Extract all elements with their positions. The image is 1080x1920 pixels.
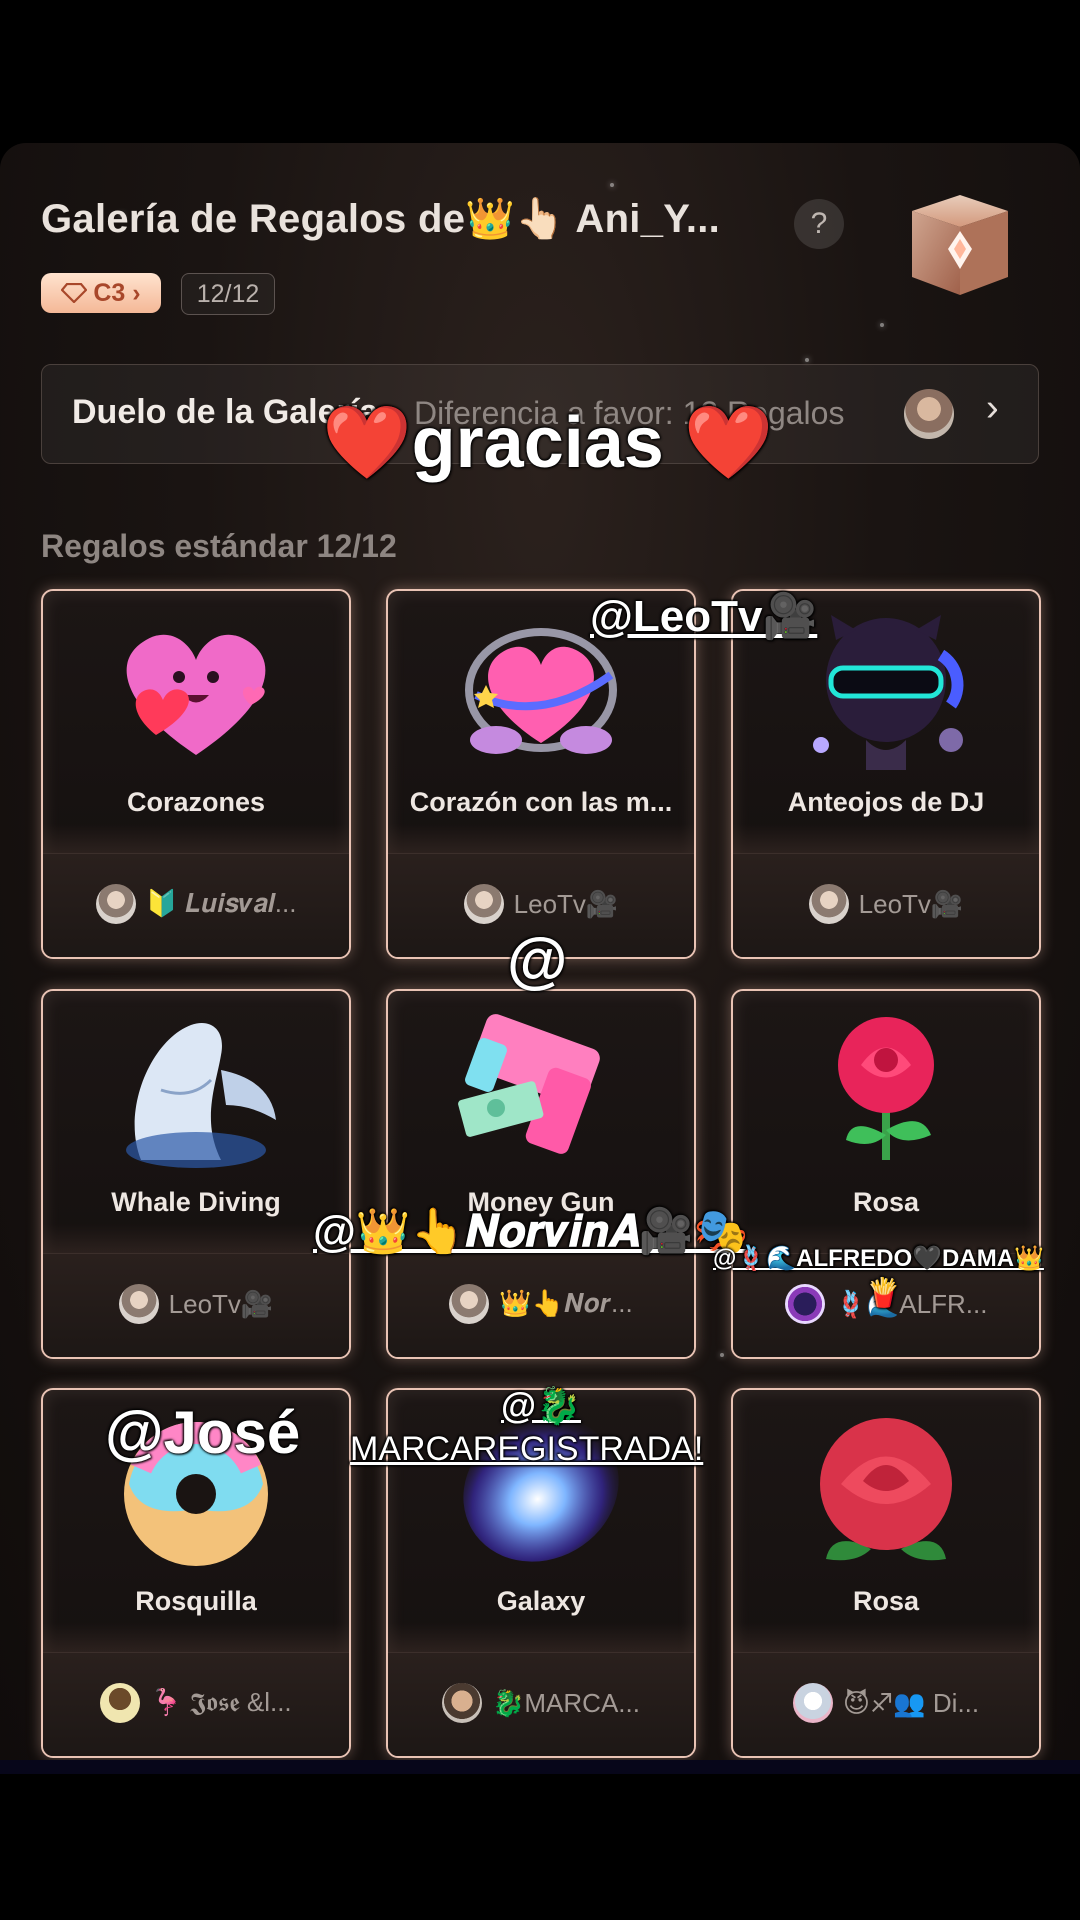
gift-name: Corazón con las m... — [409, 787, 673, 817]
gift-sender: 🔰 𝑳𝒖𝒊𝒔𝒗𝒂𝒍... — [145, 888, 297, 918]
mention-alfredo-tag: 🍟 — [866, 1277, 901, 1308]
gift-name: Anteojos de DJ — [787, 787, 985, 817]
gallery-title: Galería de Regalos de👑👆🏻 Ani_Y... — [41, 197, 721, 241]
gift-sender: 🪢🌊ALFR... — [834, 1288, 988, 1319]
avatar — [784, 1284, 825, 1324]
diamond-icon — [61, 283, 88, 303]
gift-sender: 🐉MARCA... — [492, 1687, 640, 1718]
gift-name: Whale Diving — [111, 1187, 281, 1217]
gift-sender-row: LeoTv🎥 — [43, 1224, 349, 1357]
rose-icon — [733, 1005, 1039, 1175]
avatar — [449, 1284, 490, 1324]
gracias-overlay: ❤️gracias ❤️ — [322, 403, 774, 483]
gift-sender-row: 🦩 𝕵𝖔𝖘𝖊 &l... — [43, 1623, 349, 1756]
avatar — [463, 884, 504, 924]
money-gun-icon — [388, 1005, 694, 1175]
bottom-divider — [0, 1760, 1080, 1774]
mention-at: @ — [507, 926, 568, 995]
heart-character-icon — [43, 605, 349, 775]
level-badge[interactable]: C3 › — [41, 273, 161, 313]
gift-sender-row: 🐉MARCA... — [388, 1623, 694, 1756]
sparkle — [720, 1353, 724, 1357]
chevron-right-icon[interactable]: › — [986, 387, 999, 430]
avatar — [95, 884, 136, 924]
avatar — [442, 1683, 483, 1723]
rose-icon — [733, 1404, 1039, 1574]
gift-name: Corazones — [126, 787, 266, 817]
gift-sender: 👑👆𝑵𝒐𝒓... — [499, 1288, 633, 1318]
gallery-count-badge: 12/12 — [181, 273, 275, 315]
sparkle — [880, 323, 884, 327]
help-button[interactable]: ? — [794, 199, 844, 249]
sparkle — [610, 183, 614, 187]
gift-name: Galaxy — [496, 1586, 586, 1616]
gift-card[interactable]: Whale Diving LeoTv🎥 — [41, 989, 351, 1359]
gift-sender-row: 🔰 𝑳𝒖𝒊𝒔𝒗𝒂𝒍... — [43, 824, 349, 957]
mention-norvina: @👑👆𝑵𝒐𝒓𝒗𝒊𝒏𝑨🎥🎭 — [313, 1207, 749, 1256]
gift-sender: 🦩 𝕵𝖔𝖘𝖊 &l... — [150, 1687, 292, 1717]
mention-jose: @José — [105, 1399, 301, 1466]
gift-card[interactable]: Corazones 🔰 𝑳𝒖𝒊𝒔𝒗𝒂𝒍... — [41, 589, 351, 959]
gift-sender-row: 👑👆𝑵𝒐𝒓... — [388, 1224, 694, 1357]
sparkle — [805, 358, 809, 362]
gift-sender: LeoTv🎥 — [513, 888, 619, 919]
mention-leo: @LeoTv🎥 — [590, 592, 818, 641]
avatar — [792, 1683, 833, 1723]
mention-marca-line1: @🐉 — [501, 1385, 581, 1426]
avatar — [904, 389, 954, 439]
gift-card[interactable]: Anteojos de DJ LeoTv🎥 — [731, 589, 1041, 959]
section-title: Regalos estándar 12/12 — [41, 528, 397, 564]
gift-card[interactable]: Money Gun 👑👆𝑵𝒐𝒓... — [386, 989, 696, 1359]
gift-sender: LeoTv🎥 — [168, 1288, 274, 1319]
gift-name: Rosquilla — [135, 1586, 257, 1616]
mention-marca-line2: MARCAREGISTRADA! — [350, 1430, 704, 1468]
gift-name: Rosa — [852, 1187, 920, 1217]
gallery-cube-icon[interactable] — [900, 191, 1018, 303]
whale-icon — [43, 1005, 349, 1175]
gift-sender-row: LeoTv🎥 — [733, 824, 1039, 957]
gift-card[interactable]: Corazón con las m... LeoTv🎥 — [386, 589, 696, 959]
avatar — [118, 1284, 159, 1324]
gift-name: Rosa — [852, 1586, 920, 1616]
level-badge-label: C3 › — [93, 278, 141, 307]
avatar — [808, 884, 849, 924]
mention-alfredo: @🪢🌊ALFREDO🖤DAMA👑 — [713, 1245, 1044, 1272]
gift-sender-row: 😈♐👥 Di... — [733, 1623, 1039, 1756]
gift-sender: LeoTv🎥 — [858, 888, 964, 919]
gift-card[interactable]: Rosa 😈♐👥 Di... — [731, 1388, 1041, 1758]
avatar — [100, 1683, 141, 1723]
gift-sender: 😈♐👥 Di... — [842, 1687, 980, 1718]
